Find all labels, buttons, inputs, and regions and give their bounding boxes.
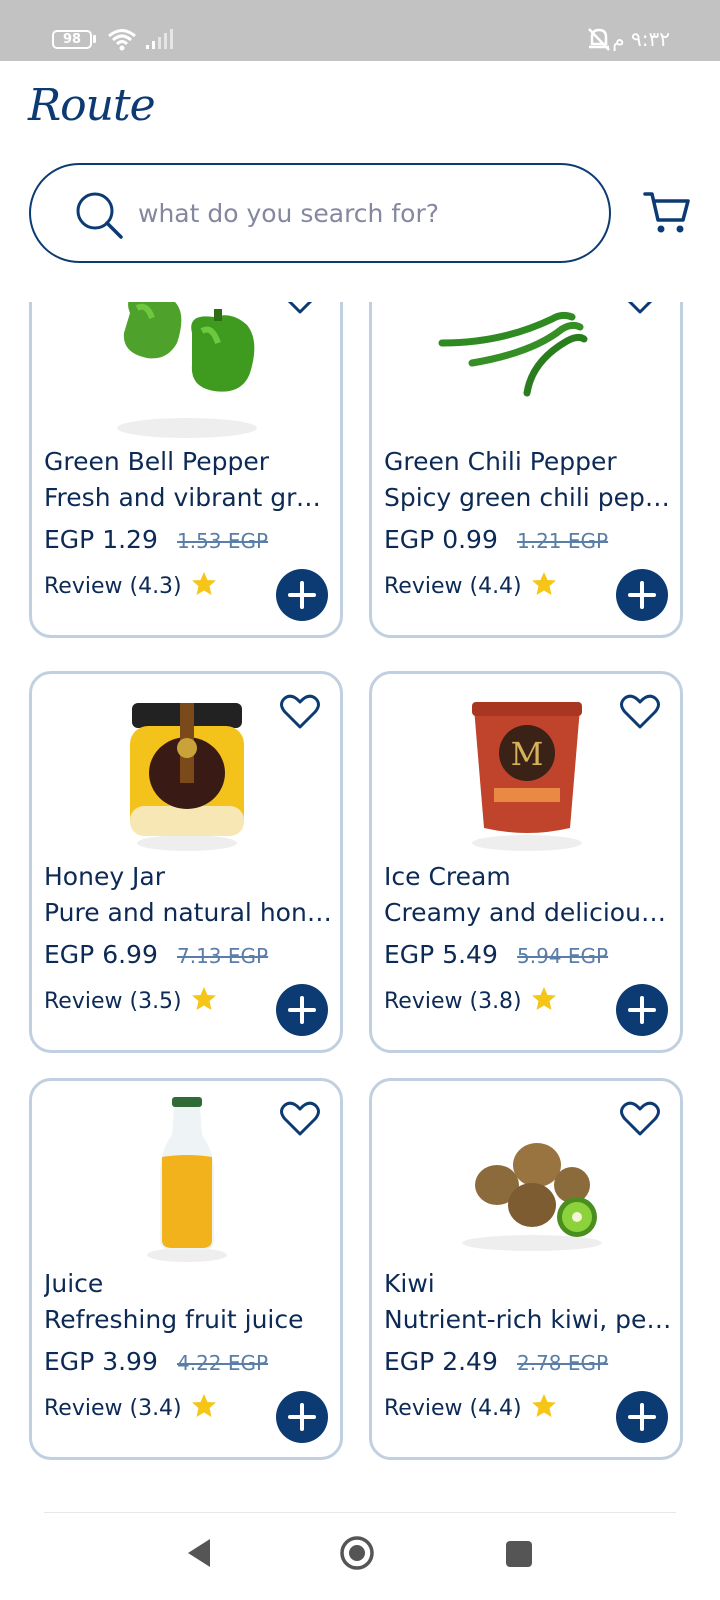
star-icon [191, 1394, 216, 1417]
product-price: EGP 5.49 [384, 940, 498, 969]
status-bar: 98 ٩:٣٢ م [0, 0, 720, 61]
heart-icon[interactable] [620, 302, 660, 315]
search-input[interactable] [136, 187, 580, 239]
heart-icon[interactable] [280, 302, 320, 315]
star-icon [531, 572, 556, 595]
heart-icon[interactable] [280, 694, 320, 730]
plus-icon [628, 581, 656, 609]
product-grid[interactable]: Green Bell Pepper Fresh and vibrant gree… [0, 302, 720, 1512]
product-price: EGP 1.29 [44, 525, 158, 554]
product-old-price: 2.78 EGP [517, 1351, 609, 1375]
product-old-price: 7.13 EGP [177, 944, 269, 968]
review-text: Review (3.5) [44, 989, 182, 1014]
product-name: Kiwi [384, 1269, 435, 1298]
review-text: Review (4.3) [44, 574, 182, 599]
product-price: EGP 0.99 [384, 525, 498, 554]
product-image: M [472, 702, 582, 851]
product-card[interactable]: Kiwi Nutrient-rich kiwi, perfect for sna… [369, 1078, 683, 1460]
product-name: Green Chili Pepper [384, 447, 617, 476]
heart-icon[interactable] [280, 1101, 320, 1137]
add-to-cart-button[interactable] [276, 1391, 328, 1443]
product-image [147, 1097, 227, 1262]
review-text: Review (3.8) [384, 989, 522, 1014]
wifi-icon [108, 29, 136, 51]
home-icon[interactable] [339, 1535, 375, 1571]
add-to-cart-button[interactable] [276, 569, 328, 621]
star-icon [191, 987, 216, 1010]
product-description: Nutrient-rich kiwi, perfect for snacking [384, 1305, 674, 1334]
product-price: EGP 3.99 [44, 1347, 158, 1376]
nav-divider [44, 1512, 676, 1513]
star-icon [191, 572, 216, 595]
battery-tip [93, 35, 96, 43]
battery-indicator: 98 [52, 30, 92, 49]
plus-icon [288, 1403, 316, 1431]
notifications-off-icon [588, 28, 610, 51]
review-text: Review (4.4) [384, 574, 522, 599]
product-review: Review (4.4) [384, 571, 557, 599]
cart-icon[interactable] [643, 190, 691, 236]
plus-icon [288, 581, 316, 609]
recent-apps-icon[interactable] [505, 1540, 533, 1568]
search-icon [76, 192, 123, 239]
svg-text:M: M [511, 735, 544, 773]
product-description: Pure and natural honey [44, 898, 334, 927]
add-to-cart-button[interactable] [616, 984, 668, 1036]
product-old-price: 5.94 EGP [517, 944, 609, 968]
plus-icon [628, 1403, 656, 1431]
product-old-price: 1.53 EGP [177, 529, 269, 553]
product-card[interactable]: Green Chili Pepper Spicy green chili pep… [369, 302, 683, 638]
star-icon [531, 1394, 556, 1417]
product-card[interactable]: M Ice Cream Creamy and delicious ice cre… [369, 671, 683, 1053]
search-bar[interactable] [29, 163, 611, 263]
product-price: EGP 6.99 [44, 940, 158, 969]
product-image [438, 311, 588, 397]
add-to-cart-button[interactable] [276, 984, 328, 1036]
review-text: Review (3.4) [44, 1396, 182, 1421]
battery-level: 98 [62, 32, 82, 47]
signal-icon [146, 29, 173, 49]
product-review: Review (4.4) [384, 1393, 557, 1421]
product-card[interactable]: Juice Refreshing fruit juice EGP 3.99 4.… [29, 1078, 343, 1460]
product-review: Review (3.8) [384, 986, 557, 1014]
product-review: Review (3.5) [44, 986, 217, 1014]
product-old-price: 1.21 EGP [517, 529, 609, 553]
clock: ٩:٣٢ م [612, 27, 670, 51]
plus-icon [628, 996, 656, 1024]
add-to-cart-button[interactable] [616, 1391, 668, 1443]
product-image [130, 703, 244, 851]
star-icon [531, 987, 556, 1010]
back-icon[interactable] [186, 1537, 212, 1569]
add-to-cart-button[interactable] [616, 569, 668, 621]
product-description: Refreshing fruit juice [44, 1305, 304, 1334]
product-image [462, 1143, 602, 1251]
product-review: Review (4.3) [44, 571, 217, 599]
product-name: Honey Jar [44, 862, 166, 891]
review-text: Review (4.4) [384, 1396, 522, 1421]
product-price: EGP 2.49 [384, 1347, 498, 1376]
product-card[interactable]: Honey Jar Pure and natural honey EGP 6.9… [29, 671, 343, 1053]
product-description: Fresh and vibrant green bell peppers [44, 483, 334, 512]
plus-icon [288, 996, 316, 1024]
product-name: Green Bell Pepper [44, 447, 269, 476]
product-description: Spicy green chili peppers [384, 483, 674, 512]
heart-icon[interactable] [620, 1101, 660, 1137]
product-old-price: 4.22 EGP [177, 1351, 269, 1375]
product-review: Review (3.4) [44, 1393, 217, 1421]
product-card[interactable]: Green Bell Pepper Fresh and vibrant gree… [29, 302, 343, 638]
product-name: Ice Cream [384, 862, 511, 891]
heart-icon[interactable] [620, 694, 660, 730]
product-description: Creamy and delicious ice cream [384, 898, 674, 927]
app-logo: Route [28, 80, 156, 131]
product-name: Juice [44, 1269, 104, 1298]
product-image [117, 302, 257, 438]
